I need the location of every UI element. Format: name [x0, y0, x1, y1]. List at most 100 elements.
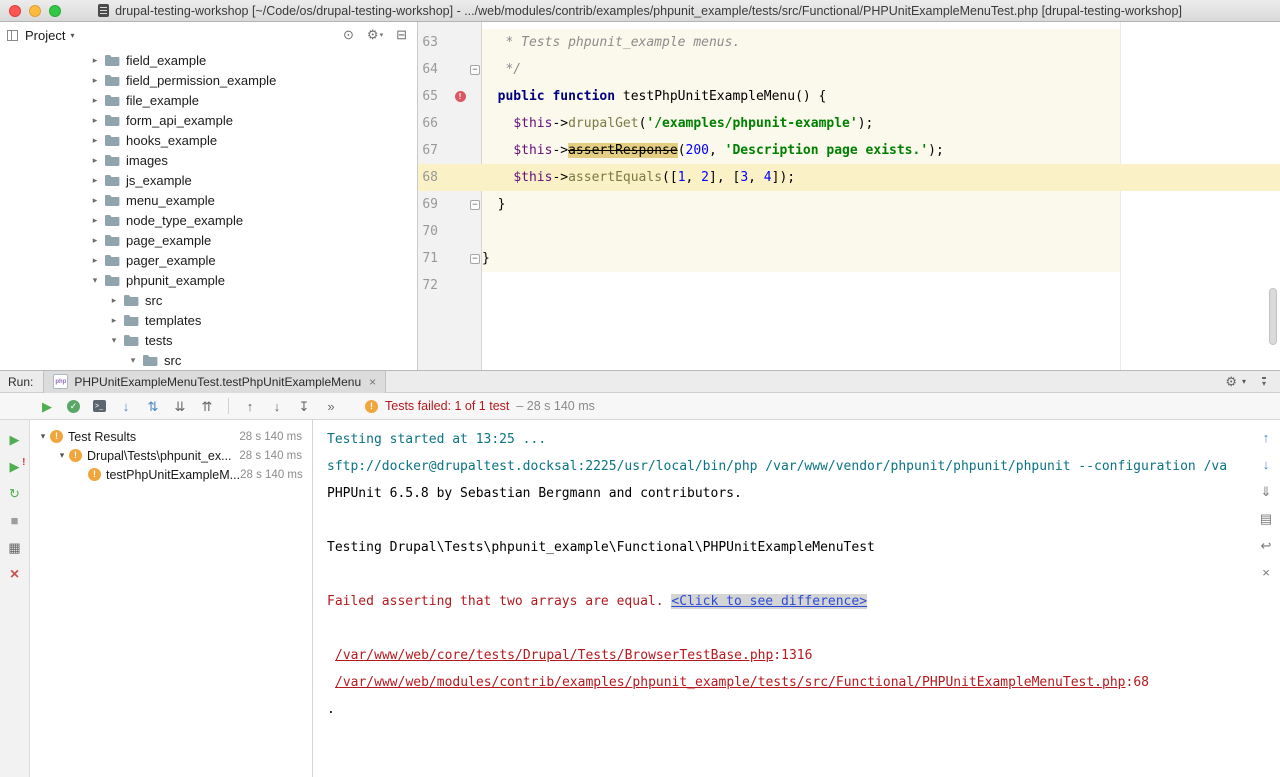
editor-line[interactable]: 69− } [418, 191, 1280, 218]
editor-line[interactable]: 70 [418, 218, 1280, 245]
project-settings-button[interactable]: ⚙▾ [367, 27, 383, 43]
chevron-right-icon[interactable]: ▸ [88, 95, 102, 106]
chevron-down-icon[interactable]: ▾ [55, 450, 69, 461]
show-passed-button[interactable]: ✓ [67, 400, 80, 413]
editor-line[interactable]: 71−} [418, 245, 1280, 272]
restore-layout-button[interactable]: ▦ [6, 540, 24, 556]
editor-line[interactable]: 68 $this->assertEquals([1, 2], [3, 4]); [418, 164, 1280, 191]
chevron-right-icon[interactable]: ▸ [88, 255, 102, 266]
more-actions-button[interactable]: » [322, 400, 340, 413]
project-tree-item[interactable]: ▾tests [0, 330, 417, 350]
toggle-auto-test-button[interactable]: ↻ [6, 486, 24, 502]
soft-wrap-button[interactable]: ↩ [1258, 538, 1274, 553]
project-tree-item[interactable]: ▸page_example [0, 230, 417, 250]
chevron-right-icon[interactable]: ▸ [88, 135, 102, 146]
minimize-window-button[interactable] [29, 5, 41, 17]
code-editor[interactable]: 63 * Tests phpunit_example menus.64− */6… [418, 22, 1280, 370]
project-tree-item[interactable]: ▾phpunit_example [0, 270, 417, 290]
chevron-right-icon[interactable]: ▸ [88, 155, 102, 166]
project-tree-item[interactable]: ▸form_api_example [0, 110, 417, 130]
fold-slot [468, 83, 482, 110]
import-test-results-button[interactable]: ↧ [295, 400, 313, 413]
project-tree-item[interactable]: ▸field_permission_example [0, 70, 417, 90]
fold-marker-icon[interactable]: − [470, 254, 480, 264]
editor-line[interactable]: 63 * Tests phpunit_example menus. [418, 29, 1280, 56]
close-tab-icon[interactable]: × [369, 376, 376, 388]
chevron-right-icon[interactable]: ▸ [88, 215, 102, 226]
project-tree-item[interactable]: ▸src [0, 290, 417, 310]
chevron-down-icon[interactable]: ▾ [107, 335, 121, 346]
project-tree-item[interactable]: ▸field_example [0, 50, 417, 70]
chevron-right-icon[interactable]: ▸ [88, 175, 102, 186]
folder-icon [104, 233, 120, 247]
code-token: */ [482, 62, 521, 77]
close-window-button[interactable] [9, 5, 21, 17]
hide-project-panel-button[interactable]: ⊟ [396, 27, 407, 43]
editor-line[interactable]: 64− */ [418, 56, 1280, 83]
failed-test-gutter-icon[interactable]: ! [455, 91, 466, 102]
chevron-right-icon[interactable]: ▸ [107, 295, 121, 306]
test-console[interactable]: Testing started at 13:25 ... sftp://dock… [313, 420, 1252, 777]
project-tree-item[interactable]: ▸hooks_example [0, 130, 417, 150]
run-configuration-tab[interactable]: php PHPUnitExampleMenuTest.testPhpUnitEx… [43, 371, 386, 393]
chevron-down-icon[interactable]: ▾ [88, 275, 102, 286]
chevron-right-icon[interactable]: ▸ [88, 195, 102, 206]
clear-console-button[interactable]: × [1258, 565, 1274, 580]
project-tree-item[interactable]: ▸file_example [0, 90, 417, 110]
chevron-down-icon[interactable]: ▾ [70, 31, 74, 40]
code-token: } [482, 197, 505, 212]
editor-line[interactable]: 72 [418, 272, 1280, 299]
rerun-button[interactable]: ▶ [6, 432, 24, 448]
hide-toolwindow-button[interactable]: ▾ [1262, 377, 1266, 387]
expand-all-button[interactable]: ⇊ [171, 400, 189, 413]
stacktrace-link[interactable]: /var/www/web/modules/contrib/examples/ph… [335, 675, 1126, 690]
close-run-panel-button[interactable]: × [6, 567, 24, 583]
editor-line[interactable]: 65! public function testPhpUnitExampleMe… [418, 83, 1280, 110]
project-tree-item[interactable]: ▸js_example [0, 170, 417, 190]
zoom-window-button[interactable] [49, 5, 61, 17]
fold-marker-icon[interactable]: − [470, 65, 480, 75]
test-tree-item[interactable]: !testPhpUnitExampleM...28 s 140 ms [30, 465, 312, 484]
next-failed-test-button[interactable]: ↓ [268, 400, 286, 413]
chevron-right-icon[interactable]: ▸ [88, 115, 102, 126]
toolwindow-settings-button[interactable]: ⚙▾ [1225, 374, 1246, 390]
tree-item-label: node_type_example [126, 213, 243, 228]
rerun-failed-tests-button[interactable]: ▶! [6, 459, 24, 475]
chevron-right-icon[interactable]: ▸ [107, 315, 121, 326]
scroll-to-end-button[interactable]: ⇓ [1258, 484, 1274, 499]
project-view-selector[interactable]: Project [25, 28, 65, 43]
chevron-down-icon[interactable]: ▾ [36, 431, 50, 442]
editor-line[interactable]: 67 $this->assertResponse(200, 'Descripti… [418, 137, 1280, 164]
chevron-right-icon[interactable]: ▸ [88, 235, 102, 246]
project-tree-item[interactable]: ▸pager_example [0, 250, 417, 270]
collapse-all-button[interactable]: ⇈ [198, 400, 216, 413]
print-console-button[interactable]: ▤ [1258, 511, 1274, 526]
fold-marker-icon[interactable]: − [470, 200, 480, 210]
project-tree-item[interactable]: ▸images [0, 150, 417, 170]
locate-file-button[interactable]: ⊙ [343, 27, 354, 43]
editor-line[interactable]: 66 $this->drupalGet('/examples/phpunit-e… [418, 110, 1280, 137]
chevron-right-icon[interactable]: ▸ [88, 75, 102, 86]
stop-button[interactable]: ■ [6, 513, 24, 529]
test-tree-item[interactable]: ▾!Drupal\Tests\phpunit_ex...28 s 140 ms [30, 446, 312, 465]
chevron-down-icon[interactable]: ▾ [126, 355, 140, 366]
code-text: public function testPhpUnitExampleMenu()… [482, 83, 1280, 110]
project-tree-item[interactable]: ▸menu_example [0, 190, 417, 210]
show-ignored-button[interactable]: >_ [93, 400, 106, 412]
stacktrace-link[interactable]: /var/www/web/core/tests/Drupal/Tests/Bro… [335, 648, 773, 663]
run-tabbar-actions: ⚙▾ ▾ [1225, 374, 1280, 390]
see-difference-link[interactable]: <Click to see difference> [671, 594, 867, 609]
document-icon [98, 4, 109, 17]
previous-failed-test-button[interactable]: ↑ [241, 400, 259, 413]
sort-by-duration-button[interactable]: ↓ [117, 400, 135, 413]
editor-scrollbar[interactable] [1269, 288, 1277, 345]
rerun-tests-button[interactable]: ▶ [38, 400, 56, 413]
project-tree-item[interactable]: ▾src [0, 350, 417, 370]
test-tree-item[interactable]: ▾!Test Results28 s 140 ms [30, 427, 312, 446]
project-tree-item[interactable]: ▸templates [0, 310, 417, 330]
next-occurrence-button[interactable]: ↓ [1258, 457, 1274, 472]
previous-occurrence-button[interactable]: ↑ [1258, 430, 1274, 445]
project-tree-item[interactable]: ▸ node_type_example [0, 210, 417, 230]
chevron-right-icon[interactable]: ▸ [88, 55, 102, 66]
sort-alphabetically-button[interactable]: ⇅ [144, 400, 162, 413]
